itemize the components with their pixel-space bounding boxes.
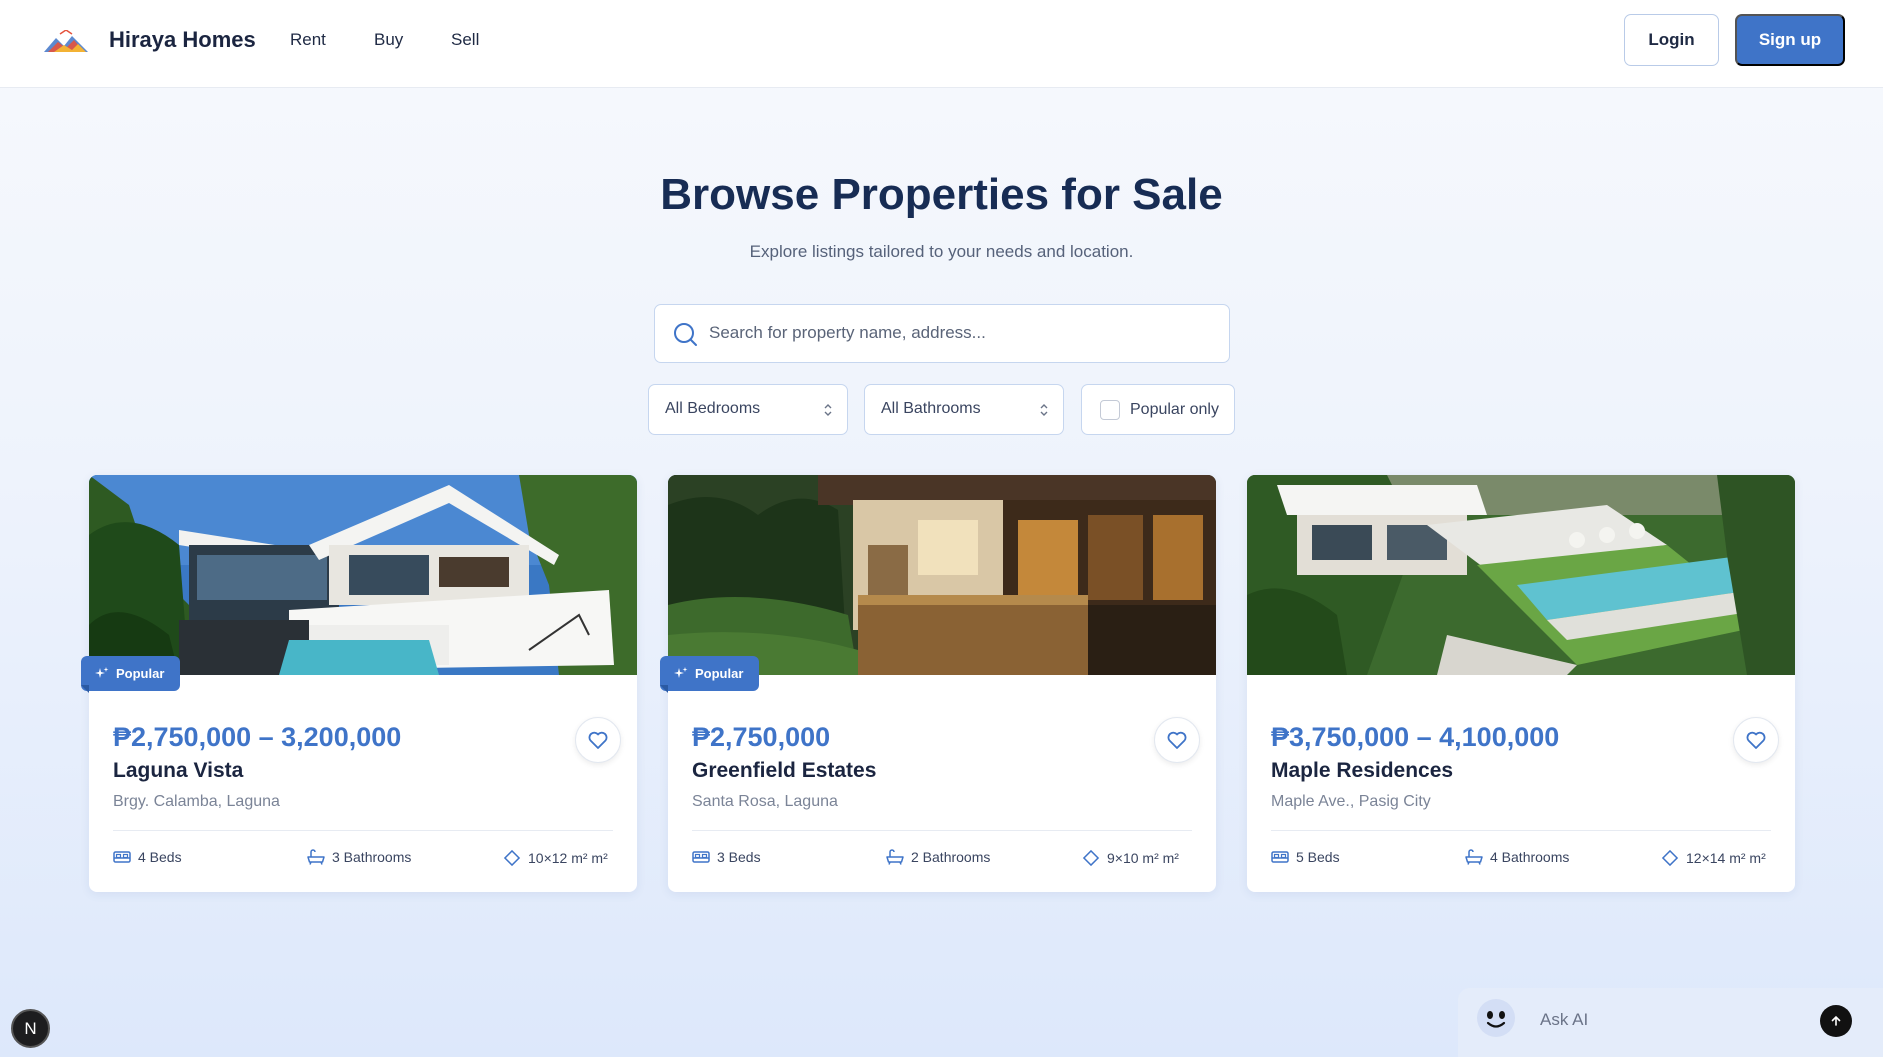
baths-count: 4 Bathrooms xyxy=(1490,849,1570,865)
area-spec: 12×14 m² m² xyxy=(1661,849,1766,867)
brand-name[interactable]: Hiraya Homes xyxy=(109,27,256,53)
beds-spec: 5 Beds xyxy=(1271,849,1340,865)
sparkle-icon xyxy=(674,666,688,678)
badge-tail xyxy=(81,685,89,693)
property-price: ₱2,750,000 xyxy=(692,722,831,752)
favorite-button[interactable] xyxy=(1733,717,1779,763)
property-card[interactable]: Popular ₱2,750,000 – 3,200,000 Laguna Vi… xyxy=(81,475,637,892)
bed-icon xyxy=(113,851,131,863)
search-icon xyxy=(674,323,697,346)
dev-tools-badge[interactable]: N xyxy=(11,1009,50,1048)
arrow-up-icon xyxy=(1831,1015,1841,1026)
nav-buy[interactable]: Buy xyxy=(374,30,403,50)
baths-spec: 2 Bathrooms xyxy=(886,849,990,865)
favorite-button[interactable] xyxy=(1154,717,1200,763)
nav-rent[interactable]: Rent xyxy=(290,30,326,50)
popular-only-checkbox[interactable] xyxy=(1100,400,1120,420)
bath-icon xyxy=(307,849,325,865)
chevron-updown-icon xyxy=(1040,404,1048,416)
beds-spec: 3 Beds xyxy=(692,849,761,865)
sparkle-icon xyxy=(95,666,109,678)
property-card[interactable]: ₱3,750,000 – 4,100,000 Maple Residences … xyxy=(1247,475,1795,892)
bathrooms-select[interactable]: All Bathrooms xyxy=(864,384,1064,435)
search-input[interactable] xyxy=(709,305,1214,361)
beds-spec: 4 Beds xyxy=(113,849,182,865)
baths-count: 2 Bathrooms xyxy=(911,849,991,865)
baths-spec: 3 Bathrooms xyxy=(307,849,411,865)
baths-count: 3 Bathrooms xyxy=(332,849,412,865)
popular-only-label: Popular only xyxy=(1130,401,1219,418)
property-location: Maple Ave., Pasig City xyxy=(1271,793,1431,810)
baths-spec: 4 Bathrooms xyxy=(1465,849,1569,865)
heart-icon xyxy=(1746,731,1766,749)
popular-badge: Popular xyxy=(660,656,760,691)
page-subtitle: Explore listings tailored to your needs … xyxy=(749,242,1134,261)
popular-badge: Popular xyxy=(81,656,181,691)
search-box xyxy=(654,304,1230,363)
ask-ai-send-button[interactable] xyxy=(1820,1005,1852,1037)
property-photo[interactable] xyxy=(668,475,1216,675)
property-name[interactable]: Laguna Vista xyxy=(113,759,243,783)
property-name[interactable]: Greenfield Estates xyxy=(692,759,876,783)
property-price: ₱3,750,000 – 4,100,000 xyxy=(1271,722,1560,752)
beds-count: 5 Beds xyxy=(1296,849,1340,865)
area-value: 12×14 m² m² xyxy=(1686,850,1766,866)
ask-ai-widget[interactable]: Ask AI xyxy=(1458,988,1883,1057)
area-value: 10×12 m² m² xyxy=(528,850,608,866)
area-spec: 10×12 m² m² xyxy=(503,849,608,867)
signup-button[interactable]: Sign up xyxy=(1735,14,1845,66)
area-value: 9×10 m² m² xyxy=(1107,850,1179,866)
login-button[interactable]: Login xyxy=(1624,14,1719,66)
property-location: Brgy. Calamba, Laguna xyxy=(113,793,280,810)
popular-badge-label: Popular xyxy=(695,666,744,681)
card-divider xyxy=(1271,830,1771,831)
beds-count: 3 Beds xyxy=(717,849,761,865)
site-header: Hiraya Homes Rent Buy Sell Login Sign up xyxy=(0,0,1883,88)
property-name[interactable]: Maple Residences xyxy=(1271,759,1453,783)
card-divider xyxy=(113,830,613,831)
bath-icon xyxy=(886,849,904,865)
bathrooms-select-value: All Bathrooms xyxy=(881,400,981,417)
chevron-updown-icon xyxy=(824,404,832,416)
bed-icon xyxy=(1271,851,1289,863)
area-icon xyxy=(503,849,521,867)
card-divider xyxy=(692,830,1192,831)
ask-ai-label[interactable]: Ask AI xyxy=(1540,1010,1588,1030)
ai-face-icon xyxy=(1477,999,1515,1037)
bath-icon xyxy=(1465,849,1483,865)
logo-icon[interactable] xyxy=(42,30,90,54)
page-title: Browse Properties for Sale xyxy=(660,170,1223,219)
bed-icon xyxy=(692,851,710,863)
heart-icon xyxy=(588,731,608,749)
bedrooms-select[interactable]: All Bedrooms xyxy=(648,384,848,435)
popular-only-filter[interactable]: Popular only xyxy=(1081,384,1235,435)
area-spec: 9×10 m² m² xyxy=(1082,849,1179,867)
property-location: Santa Rosa, Laguna xyxy=(692,793,838,810)
badge-tail xyxy=(660,685,668,693)
heart-icon xyxy=(1167,731,1187,749)
area-icon xyxy=(1082,849,1100,867)
property-photo[interactable] xyxy=(89,475,637,675)
popular-badge-label: Popular xyxy=(116,666,165,681)
bedrooms-select-value: All Bedrooms xyxy=(665,400,761,417)
property-card[interactable]: Popular ₱2,750,000 Greenfield Estates Sa… xyxy=(660,475,1216,892)
beds-count: 4 Beds xyxy=(138,849,182,865)
nav-sell[interactable]: Sell xyxy=(451,30,479,50)
property-price: ₱2,750,000 – 3,200,000 xyxy=(113,722,402,752)
area-icon xyxy=(1661,849,1679,867)
favorite-button[interactable] xyxy=(575,717,621,763)
property-photo[interactable] xyxy=(1247,475,1795,675)
